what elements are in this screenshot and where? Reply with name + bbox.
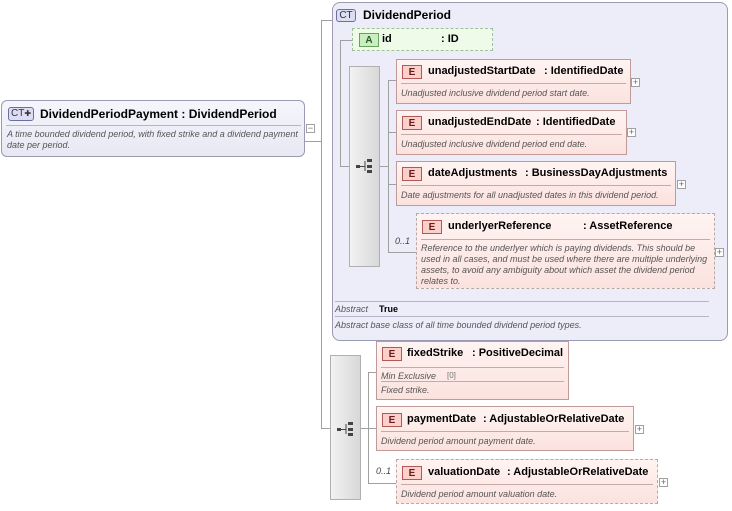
element-fixed-strike[interactable]: E fixedStrike : PositiveDecimal Min Excl… <box>376 341 569 400</box>
connector-line <box>388 132 396 133</box>
element-type: : AdjustableOrRelativeDate <box>483 413 625 425</box>
element-name: unadjustedStartDate <box>428 65 536 77</box>
attribute-id[interactable]: A id : ID <box>352 28 493 51</box>
divider <box>401 134 622 135</box>
cardinality-label: 0..1 <box>395 236 411 246</box>
element-type: : PositiveDecimal <box>472 347 564 359</box>
connector-line <box>388 80 396 81</box>
attribute-type: : ID <box>441 33 459 45</box>
attribute-tag: A <box>359 33 379 47</box>
element-underlyer-reference[interactable]: E underlyerReference : AssetReference Re… <box>416 213 715 289</box>
connector-line <box>388 184 396 185</box>
element-payment-date[interactable]: E paymentDate : AdjustableOrRelativeDate… <box>376 406 634 451</box>
main-type-title: DividendPeriodPayment : DividendPeriod <box>40 107 277 121</box>
element-description: Unadjusted inclusive dividend period end… <box>401 139 588 149</box>
base-type-title[interactable]: DividendPeriod <box>363 8 451 22</box>
sequence-compositor[interactable] <box>330 355 361 500</box>
element-type: : IdentifiedDate <box>544 65 624 77</box>
complex-type-extension-tag: CT✚ <box>8 107 34 121</box>
element-name: valuationDate <box>428 466 501 478</box>
divider <box>381 381 564 382</box>
element-valuation-date[interactable]: E valuationDate : AdjustableOrRelativeDa… <box>396 459 658 504</box>
divider <box>401 83 626 84</box>
complex-type-box[interactable]: CT✚ DividendPeriodPayment : DividendPeri… <box>1 100 305 157</box>
divider <box>381 431 629 432</box>
divider <box>381 367 564 368</box>
element-type: : AssetReference <box>583 220 673 232</box>
attribute-name: id <box>382 33 392 45</box>
divider <box>421 239 710 240</box>
element-tag: E <box>422 220 442 234</box>
main-type-description: A time bounded dividend period, with fix… <box>7 129 298 150</box>
expand-button[interactable]: + <box>715 248 724 257</box>
connector-line <box>368 483 396 484</box>
element-name: unadjustedEndDate <box>428 116 532 128</box>
sequence-compositor[interactable] <box>349 66 380 267</box>
connector-line <box>340 40 341 167</box>
sequence-icon <box>356 159 372 173</box>
divider <box>6 125 301 126</box>
element-type: : AdjustableOrRelativeDate <box>507 466 649 478</box>
complex-type-tag: CT <box>336 9 356 22</box>
element-tag: E <box>402 466 422 480</box>
element-description: Reference to the underlyer which is payi… <box>421 243 708 286</box>
abstract-label: Abstract <box>335 304 369 314</box>
expand-button[interactable]: + <box>677 180 686 189</box>
complex-type-tag: CT <box>10 108 25 119</box>
element-name: dateAdjustments <box>428 167 518 179</box>
element-description: Dividend period amount payment date. <box>381 436 536 446</box>
element-unadjusted-end-date[interactable]: E unadjustedEndDate : IdentifiedDate Una… <box>396 110 627 155</box>
element-description: Unadjusted inclusive dividend period sta… <box>401 88 590 98</box>
connector-line <box>321 20 322 429</box>
connector-line <box>388 252 416 253</box>
element-description: Fixed strike. <box>381 385 430 395</box>
divider <box>335 301 709 302</box>
connector-line <box>368 428 376 429</box>
element-type: : IdentifiedDate <box>536 116 616 128</box>
cardinality-label: 0..1 <box>376 466 392 476</box>
element-unadjusted-start-date[interactable]: E unadjustedStartDate : IdentifiedDate U… <box>396 59 631 104</box>
base-type-description: Abstract base class of all time bounded … <box>335 320 582 330</box>
element-name: fixedStrike <box>407 347 464 359</box>
element-name: underlyerReference <box>448 220 552 232</box>
extension-icon: ✚ <box>24 109 32 118</box>
element-tag: E <box>402 65 422 79</box>
divider <box>401 484 653 485</box>
expand-button[interactable]: + <box>627 128 636 137</box>
collapse-button[interactable]: − <box>306 124 315 133</box>
expand-button[interactable]: + <box>635 425 644 434</box>
expand-button[interactable]: + <box>659 478 668 487</box>
expand-button[interactable]: + <box>631 78 640 87</box>
connector-line <box>305 141 322 142</box>
element-type: : BusinessDayAdjustments <box>525 167 668 179</box>
connector-line <box>340 40 352 41</box>
divider <box>401 185 671 186</box>
connector-line <box>368 372 376 373</box>
element-tag: E <box>402 167 422 181</box>
element-date-adjustments[interactable]: E dateAdjustments : BusinessDayAdjustmen… <box>396 161 676 206</box>
facet-value: [0] <box>447 371 456 380</box>
connector-line <box>388 80 389 253</box>
element-description: Date adjustments for all unadjusted date… <box>401 190 659 200</box>
abstract-value: True <box>379 304 399 314</box>
element-name: paymentDate <box>407 413 477 425</box>
element-description: Dividend period amount valuation date. <box>401 489 558 499</box>
element-tag: E <box>382 347 402 361</box>
sequence-icon <box>337 422 353 436</box>
element-tag: E <box>382 413 402 427</box>
divider <box>335 316 709 317</box>
element-tag: E <box>402 116 422 130</box>
